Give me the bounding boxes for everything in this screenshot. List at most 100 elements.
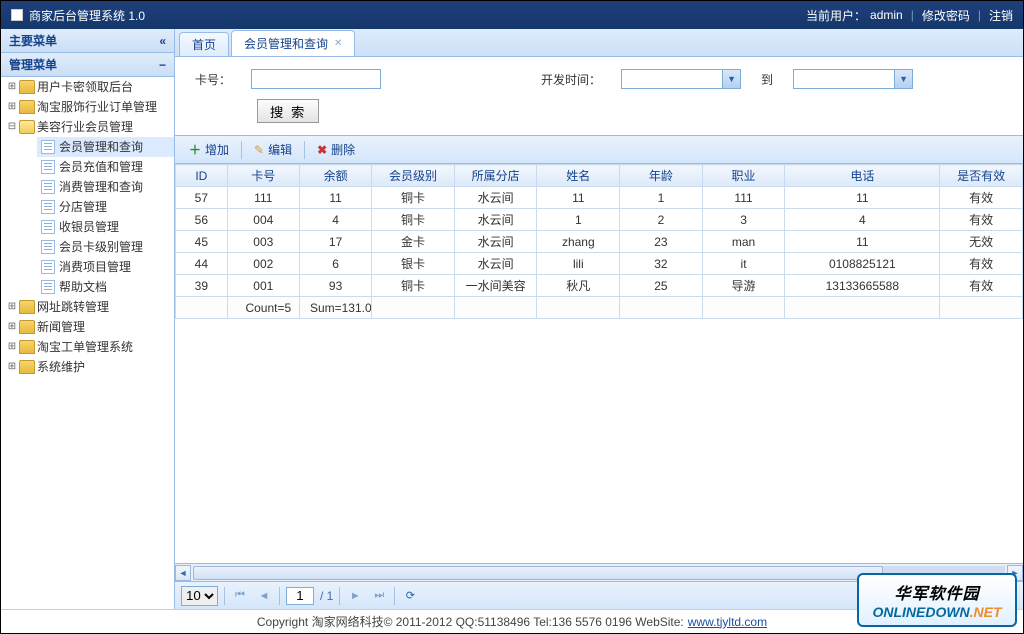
chevron-down-icon[interactable]: ▼: [894, 70, 912, 88]
date-from-combo[interactable]: ▼: [621, 69, 741, 89]
plus-icon[interactable]: ⊞: [5, 357, 19, 377]
table-row[interactable]: 560044铜卡水云间1234有效: [176, 209, 1023, 231]
collapse-left-icon[interactable]: «: [159, 34, 166, 48]
refresh-icon[interactable]: ⟳: [401, 587, 419, 605]
manage-menu-header[interactable]: 管理菜单 −: [1, 53, 174, 77]
close-icon[interactable]: ✕: [334, 38, 342, 49]
date-to-value: [794, 70, 894, 88]
grid-column-header[interactable]: 姓名: [537, 165, 620, 187]
grid-column-header[interactable]: 余额: [299, 165, 371, 187]
main-area: 主要菜单 « 管理菜单 − ⊞ 用户卡密领取后台⊞淘宝服饰行业订单管理⊟美容行业会…: [1, 29, 1023, 609]
table-cell: 银卡: [372, 253, 455, 275]
table-cell: zhang: [537, 231, 620, 253]
tab-home[interactable]: 首页: [179, 32, 229, 56]
tab-member-query[interactable]: 会员管理和查询 ✕: [231, 30, 355, 56]
plus-icon: ＋: [189, 141, 201, 158]
table-cell: 3: [702, 209, 785, 231]
grid-column-header[interactable]: 会员级别: [372, 165, 455, 187]
tab-bar: 首页 会员管理和查询 ✕: [175, 29, 1023, 57]
plus-icon[interactable]: ⊞: [5, 317, 19, 337]
grid-column-header[interactable]: 电话: [785, 165, 940, 187]
plus-icon[interactable]: ⊞: [5, 337, 19, 357]
document-icon: [41, 260, 55, 274]
grid-column-header[interactable]: 卡号: [227, 165, 299, 187]
table-row[interactable]: 5711111铜卡水云间11111111有效: [176, 187, 1023, 209]
first-page-icon[interactable]: ⏮: [231, 587, 249, 605]
paging-sep: [339, 587, 340, 605]
table-cell: 0108825121: [785, 253, 940, 275]
plus-icon[interactable]: ⊞: [5, 97, 19, 117]
delete-button[interactable]: ✖ 删除: [309, 139, 363, 160]
page-size-select[interactable]: 10: [181, 586, 218, 606]
tree-leaf-label: 会员充值和管理: [59, 157, 143, 177]
minus-icon[interactable]: −: [159, 58, 166, 72]
tree-leaf-label: 消费项目管理: [59, 257, 131, 277]
tree-leaf[interactable]: 会员充值和管理: [37, 157, 174, 177]
search-button[interactable]: 搜 索: [257, 99, 319, 123]
tree-group[interactable]: ⊞新闻管理: [1, 317, 174, 337]
toolbar-sep: [241, 141, 242, 159]
tree-group[interactable]: ⊞淘宝工单管理系统: [1, 337, 174, 357]
tree-group[interactable]: ⊞ 用户卡密领取后台: [1, 77, 174, 97]
website-link[interactable]: www.tjyltd.com: [688, 615, 767, 629]
data-grid: ID卡号余额会员级别所属分店姓名年龄职业电话是否有效 5711111铜卡水云间1…: [175, 164, 1023, 319]
app-logo-icon: [11, 9, 23, 21]
search-form: 卡号： 开发时间： ▼ 到 ▼ 搜 索: [175, 57, 1023, 136]
tree-leaf[interactable]: 收银员管理: [37, 217, 174, 237]
tree-group-label: 用户卡密领取后台: [37, 77, 133, 97]
last-page-icon[interactable]: ⏭: [370, 587, 388, 605]
card-number-label: 卡号：: [195, 71, 231, 88]
tree-group-label: 系统维护: [37, 357, 85, 377]
grid-column-header[interactable]: 是否有效: [940, 165, 1023, 187]
main-menu-header[interactable]: 主要菜单 «: [1, 29, 174, 53]
grid-column-header[interactable]: ID: [176, 165, 228, 187]
page-total: / 1: [320, 589, 333, 603]
add-button[interactable]: ＋ 增加: [181, 139, 237, 160]
tree-leaf[interactable]: 会员管理和查询: [37, 137, 174, 157]
date-from-value: [622, 70, 722, 88]
tree-group[interactable]: ⊟美容行业会员管理: [1, 117, 174, 137]
plus-icon[interactable]: ⊞: [5, 77, 19, 97]
document-icon: [41, 280, 55, 294]
plus-icon[interactable]: ⊞: [5, 297, 19, 317]
folder-icon: [19, 340, 35, 354]
table-cell: 水云间: [454, 209, 537, 231]
next-page-icon[interactable]: ►: [346, 587, 364, 605]
tree-leaf[interactable]: 消费管理和查询: [37, 177, 174, 197]
page-input[interactable]: [286, 587, 314, 605]
table-row[interactable]: 3900193铜卡一水间美容秋凡25导游13133665588有效: [176, 275, 1023, 297]
table-cell: lili: [537, 253, 620, 275]
grid-toolbar: ＋ 增加 ✎ 编辑 ✖ 删除: [175, 136, 1023, 164]
scroll-thumb[interactable]: [193, 566, 883, 580]
table-cell: 导游: [702, 275, 785, 297]
prev-page-icon[interactable]: ◄: [255, 587, 273, 605]
folder-icon: [19, 320, 35, 334]
chevron-down-icon[interactable]: ▼: [722, 70, 740, 88]
table-cell: 秋凡: [537, 275, 620, 297]
tab-label: 会员管理和查询: [244, 35, 328, 52]
table-row[interactable]: 440026银卡水云间lili32it0108825121有效: [176, 253, 1023, 275]
tree-leaf[interactable]: 会员卡级别管理: [37, 237, 174, 257]
grid-column-header[interactable]: 所属分店: [454, 165, 537, 187]
table-row[interactable]: 4500317金卡水云间zhang23man11无效: [176, 231, 1023, 253]
tree-group[interactable]: ⊞淘宝服饰行业订单管理: [1, 97, 174, 117]
app-window: 商家后台管理系统 1.0 当前用户： admin | 修改密码 | 注销 主要菜…: [0, 0, 1024, 634]
minus-icon[interactable]: ⊟: [5, 117, 19, 137]
tree-group[interactable]: ⊞网址跳转管理: [1, 297, 174, 317]
tree-leaf[interactable]: 帮助文档: [37, 277, 174, 297]
tree-group[interactable]: ⊞ 系统维护: [1, 357, 174, 377]
tree-leaf[interactable]: 消费项目管理: [37, 257, 174, 277]
edit-button[interactable]: ✎ 编辑: [246, 139, 300, 160]
scroll-left-icon[interactable]: ◄: [175, 565, 191, 581]
edit-label: 编辑: [268, 141, 292, 158]
card-number-input[interactable]: [251, 69, 381, 89]
tree-leaf[interactable]: 分店管理: [37, 197, 174, 217]
document-icon: [41, 240, 55, 254]
summary-sum: Sum=131.00: [299, 297, 371, 319]
logout-link[interactable]: 注销: [989, 7, 1013, 24]
grid-column-header[interactable]: 职业: [702, 165, 785, 187]
change-password-link[interactable]: 修改密码: [922, 7, 970, 24]
date-to-combo[interactable]: ▼: [793, 69, 913, 89]
header-sep: |: [907, 8, 918, 22]
grid-column-header[interactable]: 年龄: [620, 165, 703, 187]
